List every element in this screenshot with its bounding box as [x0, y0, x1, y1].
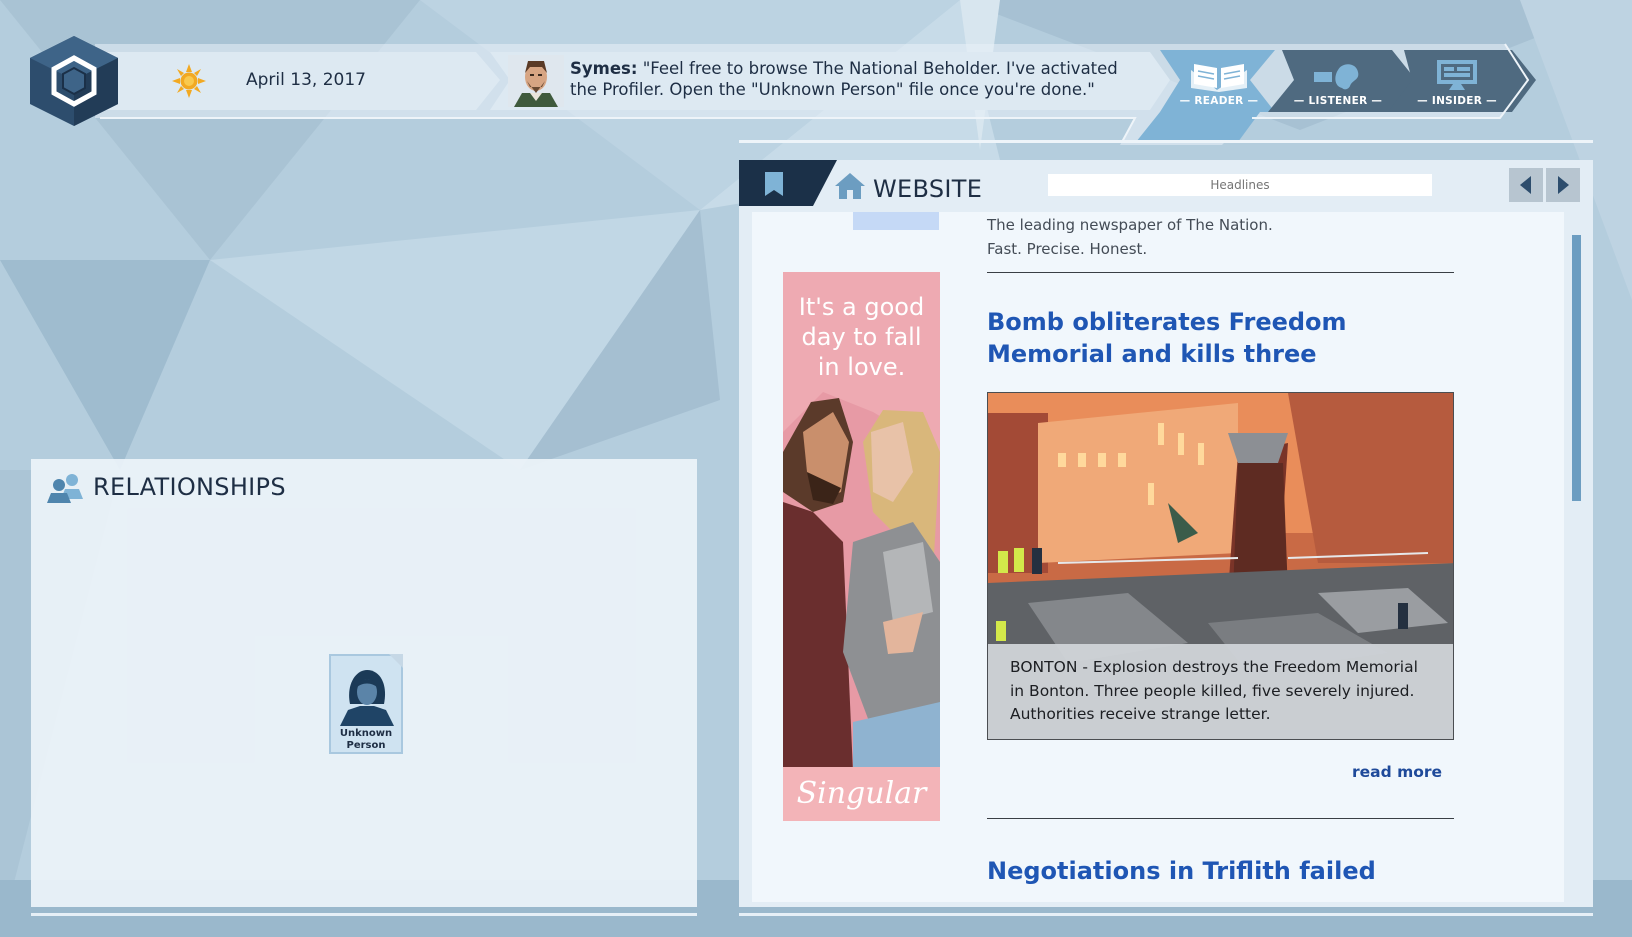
couple-illustration — [783, 392, 940, 772]
article-headline[interactable]: Negotiations in Triflith failed — [987, 855, 1457, 887]
article-headline[interactable]: Bomb obliterates Freedom Memorial and ki… — [987, 306, 1457, 370]
tab-reader[interactable]: — READER — — [1159, 52, 1279, 118]
book-icon — [1191, 64, 1247, 92]
monitor-icon — [1437, 60, 1477, 90]
tab-insider-label: — INSIDER — — [1417, 95, 1497, 107]
people-icon — [47, 474, 83, 503]
tagline-line1: The leading newspaper of The Nation. — [987, 216, 1273, 234]
home-icon[interactable] — [835, 173, 865, 199]
ear-icon — [1314, 64, 1359, 90]
dialogue-message: Symes: "Feel free to browse The National… — [570, 58, 1130, 100]
read-more-link[interactable]: read more — [1352, 763, 1442, 781]
tagline-line2: Fast. Precise. Honest. — [987, 240, 1148, 258]
person-name-line1: Unknown — [339, 728, 393, 739]
tab-listener[interactable]: — LISTENER — — [1278, 52, 1398, 118]
relationships-panel: RELATIONSHIPS Unknown Person — [31, 459, 697, 907]
top-bar: April 13, 2017 Symes: "Feel free to brow… — [0, 0, 1632, 150]
tab-reader-label: — READER — — [1179, 95, 1259, 107]
website-panel: WEBSITE The leading newspaper of The Nat… — [739, 160, 1593, 907]
website-title: WEBSITE — [873, 175, 983, 203]
scrollbar-thumb[interactable] — [1572, 235, 1581, 501]
arrow-right-icon — [1558, 176, 1569, 194]
newspaper-tagline: The leading newspaper of The Nation. Fas… — [987, 213, 1273, 261]
sun-icon — [172, 64, 206, 98]
ad-text-line1: It's a good — [798, 293, 925, 321]
person-card-unknown[interactable]: Unknown Person — [329, 654, 403, 754]
arrow-left-icon — [1520, 176, 1531, 194]
website-top-line — [739, 140, 1593, 143]
dialogue-text: "Feel free to browse The National Behold… — [570, 59, 1118, 99]
unknown-person-icon — [336, 664, 398, 726]
article-caption: BONTON - Explosion destroys the Freedom … — [988, 644, 1453, 739]
bookmark-icon[interactable] — [739, 160, 837, 206]
divider — [987, 272, 1454, 273]
relationships-title: RELATIONSHIPS — [93, 473, 286, 501]
address-field[interactable] — [1048, 174, 1432, 196]
nav-back-button[interactable] — [1509, 168, 1543, 202]
speaker-name: Symes: — [570, 59, 638, 78]
person-name: Unknown Person — [331, 728, 401, 752]
divider — [987, 818, 1454, 819]
date-label: April 13, 2017 — [246, 70, 366, 90]
ad-text: It's a good day to fall in love. — [783, 292, 940, 382]
advertisement-banner[interactable]: It's a good day to fall in love. Singula… — [783, 272, 940, 821]
person-name-line2: Person — [346, 740, 386, 751]
ad-text-line2: day to fall — [801, 323, 922, 351]
ad-text-line3: in love. — [817, 353, 906, 381]
nav-forward-button[interactable] — [1546, 168, 1580, 202]
symes-avatar — [508, 55, 564, 107]
tab-insider[interactable]: — INSIDER — — [1397, 52, 1517, 118]
tab-listener-label: — LISTENER — — [1293, 95, 1383, 107]
app-logo-icon[interactable] — [28, 36, 120, 126]
website-bottom-line — [739, 913, 1593, 916]
ad-brand-logo: Singular — [796, 776, 927, 811]
website-content[interactable]: The leading newspaper of The Nation. Fas… — [752, 212, 1564, 902]
scrollbar-track[interactable] — [1572, 235, 1581, 895]
ad-brand-bar: Singular — [783, 767, 940, 821]
logo-stub — [853, 212, 939, 230]
relationships-bottom-line — [31, 913, 697, 916]
article-image[interactable]: BONTON - Explosion destroys the Freedom … — [987, 392, 1454, 740]
